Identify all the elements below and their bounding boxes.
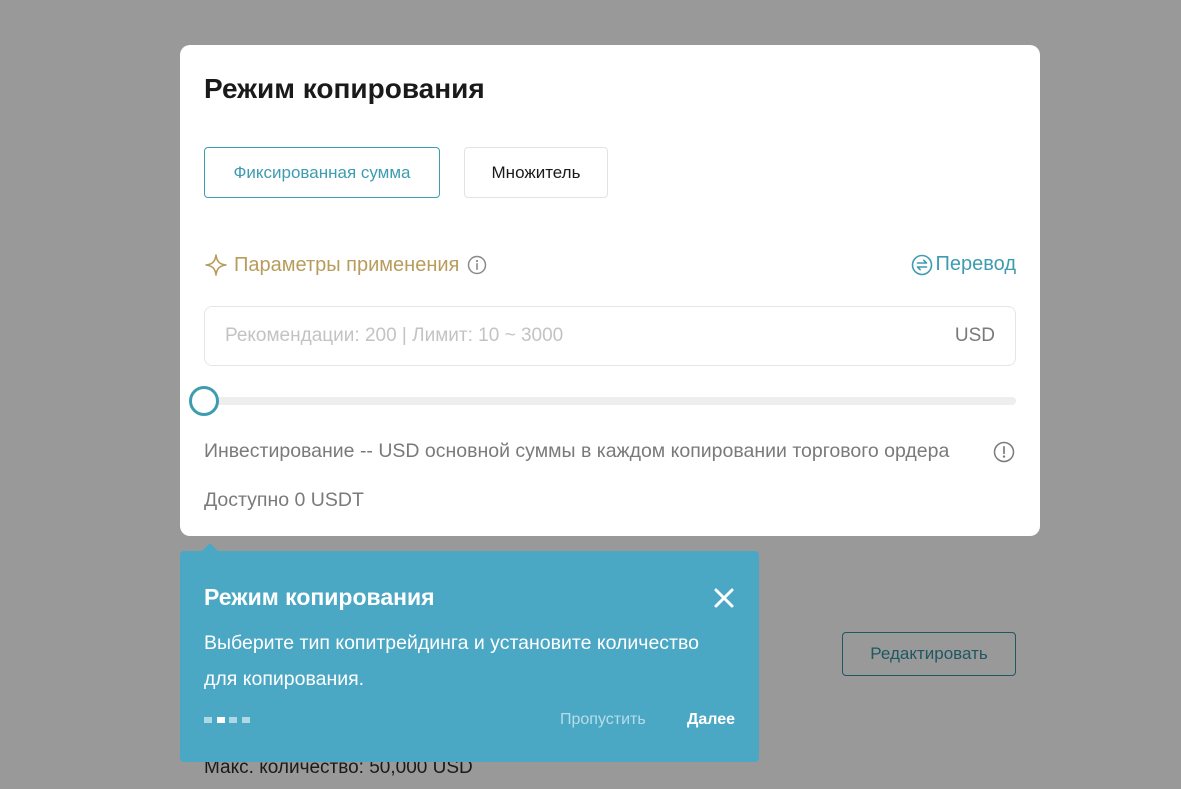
sparkle-icon	[205, 254, 227, 276]
info-icon[interactable]	[467, 255, 487, 275]
modal-title: Режим копирования	[204, 73, 485, 104]
amount-input[interactable]	[225, 325, 955, 347]
next-button[interactable]: Далее	[687, 711, 735, 729]
transfer-icon	[911, 254, 932, 275]
amount-input-box: USD	[204, 306, 1016, 366]
copy-mode-modal: Режим копирования Фиксированная сумма Мн…	[180, 45, 1040, 536]
step-dot	[241, 717, 250, 723]
tooltip-title: Режим копирования	[204, 584, 435, 610]
transfer-link[interactable]: Перевод	[911, 253, 1017, 276]
mode-multiplier-button[interactable]: Множитель	[464, 147, 608, 198]
mode-fixed-amount-button[interactable]: Фиксированная сумма	[204, 147, 440, 198]
params-header: Параметры применения	[204, 253, 487, 277]
currency-unit: USD	[954, 325, 995, 346]
transfer-label: Перевод	[935, 253, 1017, 275]
investment-description: Инвестирование -- USD основной суммы в к…	[204, 440, 950, 462]
available-balance: Доступно 0 USDT	[204, 489, 364, 511]
step-dot-active	[216, 717, 225, 723]
step-indicator	[204, 717, 254, 723]
onboarding-tooltip: Режим копирования Выберите тип копитрейд…	[180, 551, 759, 762]
investment-info-icon[interactable]	[993, 441, 1015, 463]
skip-button[interactable]: Пропустить	[560, 711, 646, 729]
step-dot	[204, 717, 212, 723]
edit-button[interactable]: Редактировать	[842, 632, 1016, 676]
step-dot	[229, 717, 237, 723]
close-icon[interactable]	[713, 587, 735, 609]
amount-slider-thumb[interactable]	[189, 386, 219, 416]
tooltip-body: Выберите тип копитрейдинга и установите …	[204, 632, 699, 690]
params-label: Параметры применения	[234, 253, 460, 276]
amount-slider-track[interactable]	[204, 397, 1016, 405]
